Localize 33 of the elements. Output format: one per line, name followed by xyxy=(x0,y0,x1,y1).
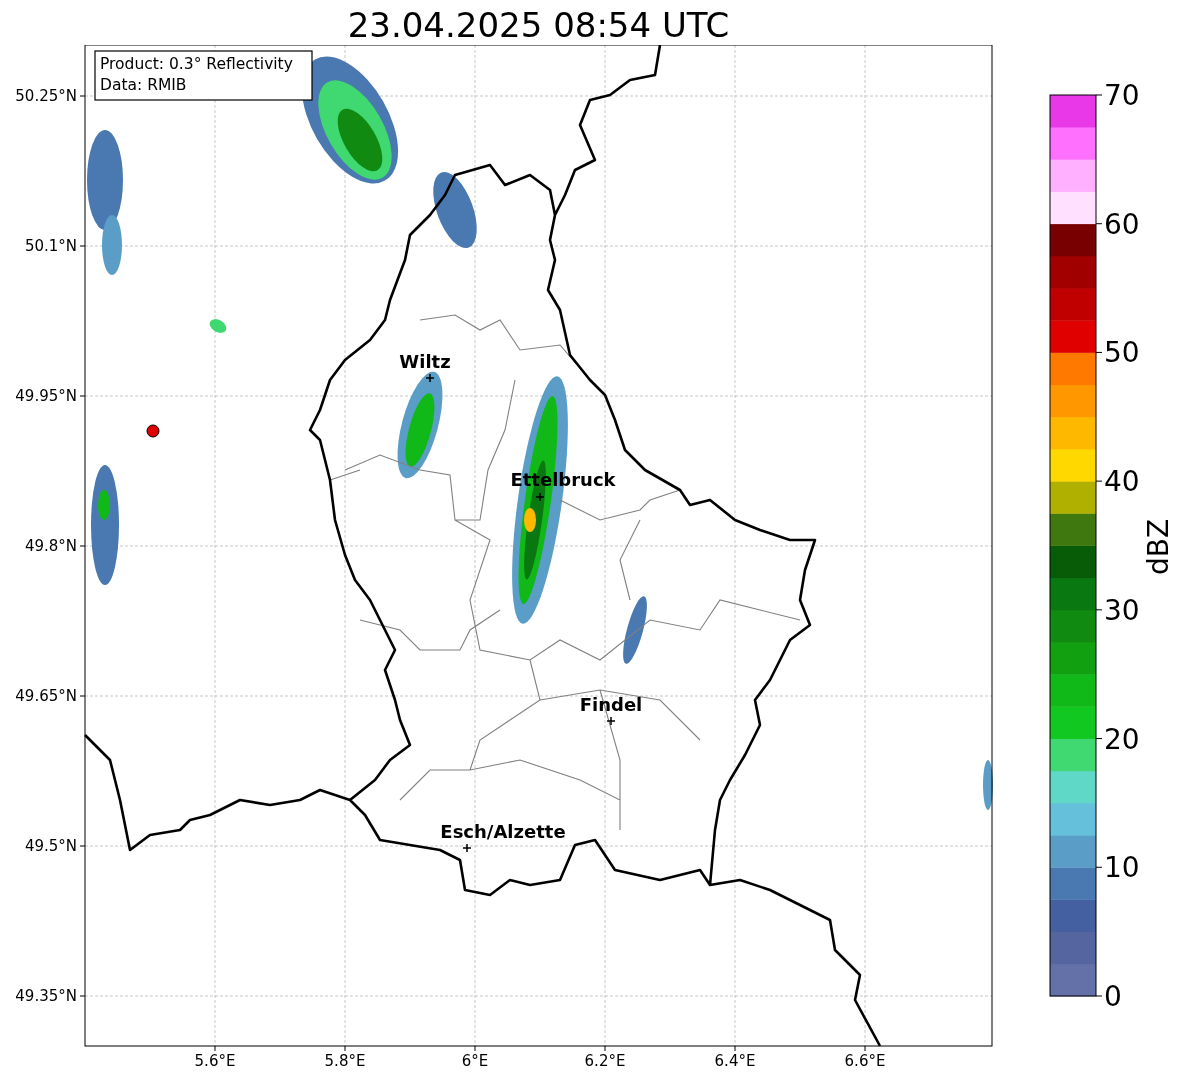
colorbar-tick-label: 70 xyxy=(1104,79,1140,112)
colorbar-tick-label: 20 xyxy=(1104,722,1140,756)
y-tick-label: 50.25°N xyxy=(15,87,77,105)
legend-text: Product: 0.3° Reflectivity xyxy=(100,55,293,73)
city-marker-icon xyxy=(535,492,545,502)
x-tick-label: 5.8°E xyxy=(324,1052,366,1070)
chart-title: 23.04.2025 08:54 UTC xyxy=(346,4,731,45)
city-label: Wiltz xyxy=(399,351,451,372)
x-tick-label: 6.2°E xyxy=(584,1052,626,1070)
city-marker-icon xyxy=(606,716,616,726)
y-tick-label: 49.65°N xyxy=(15,687,77,705)
city-label: Esch/Alzette xyxy=(440,821,566,842)
colorbar-tick-label: 40 xyxy=(1104,465,1140,499)
y-tick-label: 49.95°N xyxy=(15,387,77,405)
x-tick-label: 6.4°E xyxy=(714,1052,756,1070)
x-tick-label: 5.6°E xyxy=(194,1052,236,1070)
colorbar-tick-label: 30 xyxy=(1104,593,1140,627)
city-label: Findel xyxy=(579,694,643,715)
y-tick-label: 50.1°N xyxy=(24,237,77,255)
colorbar-tick-label: 10 xyxy=(1104,851,1140,885)
y-tick-label: 49.35°N xyxy=(15,987,77,1005)
y-tick-label: 49.5°N xyxy=(24,837,77,855)
colorbar-tick-label: 60 xyxy=(1104,207,1140,241)
radar-site-icon xyxy=(146,424,160,438)
colorbar-tick-label: 50 xyxy=(1104,336,1140,370)
colorbar-tick-label: 0 xyxy=(1104,979,1122,1013)
legend-text: Data: RMIB xyxy=(100,76,187,94)
colorbar-label: dBZ xyxy=(1142,518,1175,576)
y-tick-label: 49.8°N xyxy=(24,537,77,555)
city-marker-icon xyxy=(425,373,435,383)
x-tick-label: 6.6°E xyxy=(844,1052,886,1070)
x-tick-label: 6°E xyxy=(461,1052,489,1070)
city-marker-icon xyxy=(462,843,472,853)
